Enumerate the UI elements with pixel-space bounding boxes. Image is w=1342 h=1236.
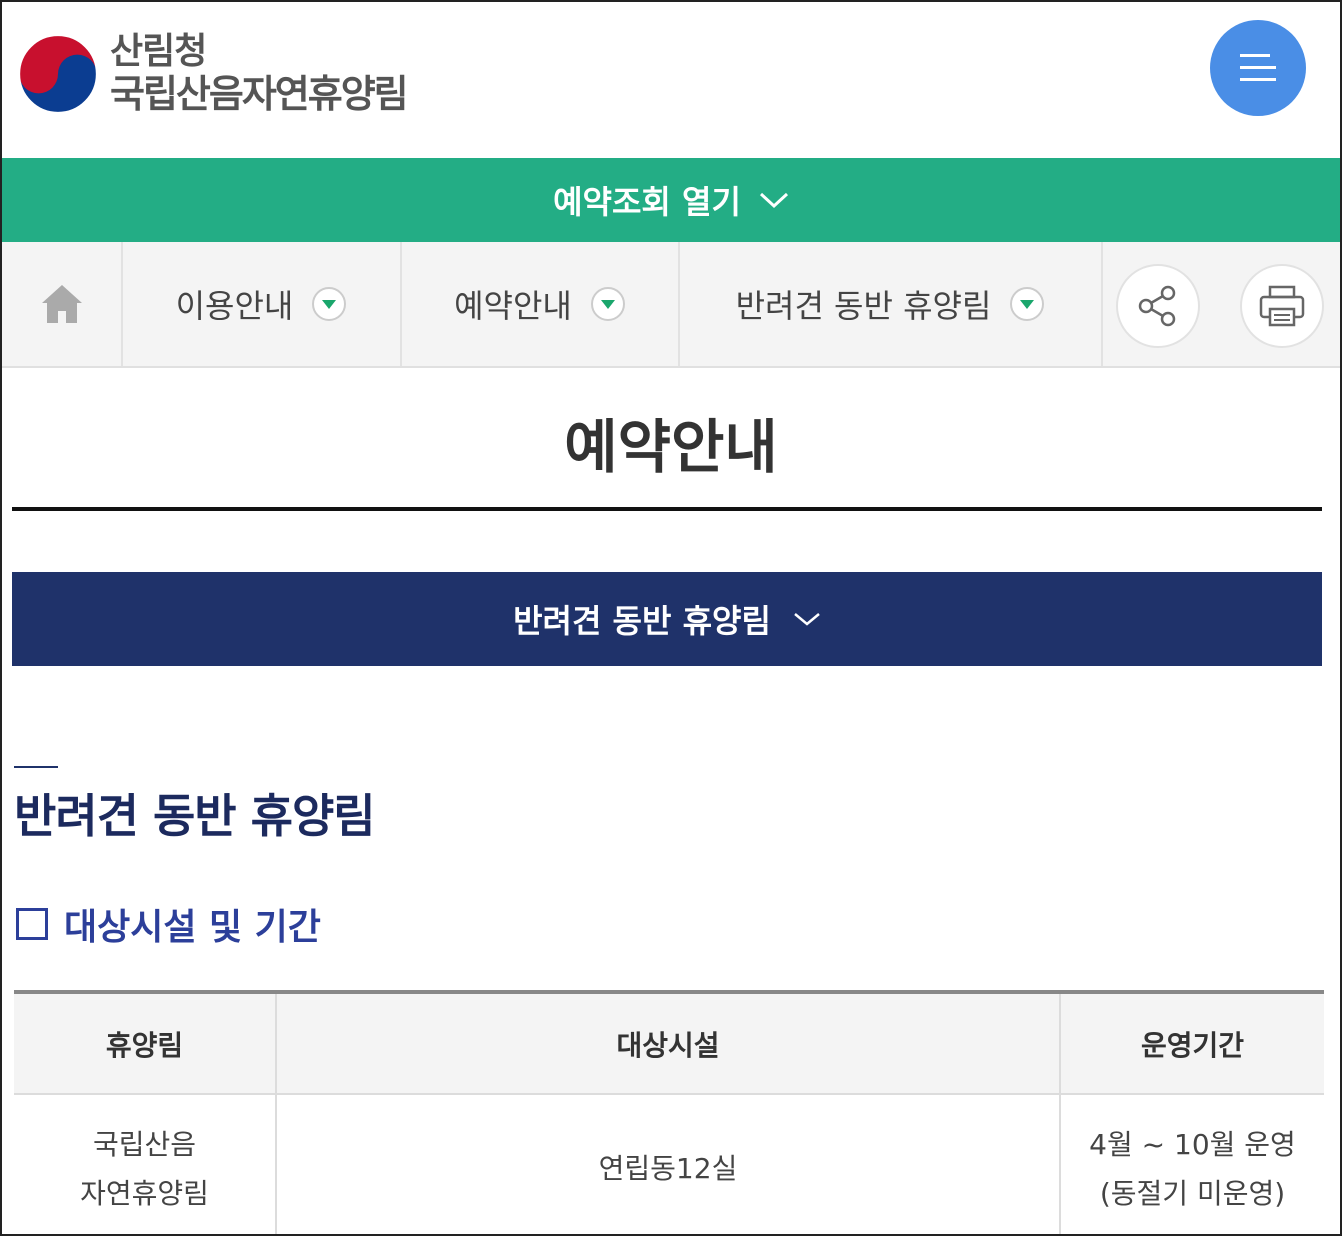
nav-dropdown-pet-forest[interactable]: 반려견 동반 휴양림 xyxy=(680,242,1103,366)
forest-name-line1: 국립산음 xyxy=(92,1127,197,1161)
sub-heading-text: 대상시설 및 기간 xyxy=(64,907,321,948)
chevron-down-icon xyxy=(794,613,820,626)
section-select-dropdown[interactable]: 반려견 동반 휴양림 xyxy=(12,572,1322,666)
nav-label-usage: 이용안내 xyxy=(175,287,294,325)
dropdown-circle-icon xyxy=(1010,287,1045,321)
table-header-row: 휴양림 대상시설 운영기간 xyxy=(14,990,1324,1095)
share-button[interactable] xyxy=(1116,264,1200,348)
print-button[interactable] xyxy=(1240,264,1324,348)
cell-forest: 국립산음 자연휴양림 xyxy=(14,1094,277,1234)
share-icon xyxy=(1138,285,1176,327)
home-button[interactable] xyxy=(2,242,123,366)
site-name: 국립산음자연휴양림 xyxy=(110,71,409,116)
column-header-period: 운영기간 xyxy=(1060,990,1324,1095)
location-nav: 이용안내 예약안내 반려견 동반 휴양림 xyxy=(2,242,1340,368)
site-header: 산림청 국립산음자연휴양림 xyxy=(2,2,1340,158)
table-row: 국립산음 자연휴양림 연립동12실 4월 ~ 10월 운영 (동절기 미운영) xyxy=(14,1094,1324,1234)
dropdown-circle-icon xyxy=(590,287,625,321)
home-icon xyxy=(41,285,82,323)
nav-dropdown-reservation[interactable]: 예약안내 xyxy=(402,242,680,366)
page-frame: 산림청 국립산음자연휴양림 예약조회 열기 이용안내 예약안내 반려견 동반 휴… xyxy=(0,0,1342,1236)
page-title: 예약안내 xyxy=(564,413,778,481)
print-icon xyxy=(1259,285,1305,327)
section-heading: 반려견 동반 휴양림 xyxy=(14,789,376,843)
cell-facility: 연립동12실 xyxy=(276,1094,1061,1234)
column-header-facility: 대상시설 xyxy=(276,990,1061,1095)
column-header-forest: 휴양림 xyxy=(14,990,277,1095)
section-select-label: 반려견 동반 휴양림 xyxy=(513,602,771,640)
cell-period: 4월 ~ 10월 운영 (동절기 미운영) xyxy=(1060,1094,1324,1234)
taegeuk-emblem-icon xyxy=(18,34,98,114)
period-line1: 4월 ~ 10월 운영 xyxy=(1089,1127,1296,1161)
reservation-lookup-label: 예약조회 열기 xyxy=(553,183,741,221)
sub-heading: 대상시설 및 기간 xyxy=(16,898,321,950)
nav-dropdown-usage[interactable]: 이용안내 xyxy=(123,242,402,366)
title-divider xyxy=(12,507,1322,511)
site-logo[interactable]: 산림청 국립산음자연휴양림 xyxy=(14,30,409,118)
org-name: 산림청 xyxy=(110,31,207,73)
forest-name-line2: 자연휴양림 xyxy=(80,1176,209,1210)
section-accent-line xyxy=(14,766,58,768)
facility-table: 휴양림 대상시설 운영기간 국립산음 자연휴양림 연립동12실 4월 ~ 10월… xyxy=(14,990,1324,1234)
square-bullet-icon xyxy=(16,908,48,940)
nav-label-reservation: 예약안내 xyxy=(454,287,572,325)
reservation-lookup-toggle[interactable]: 예약조회 열기 xyxy=(2,158,1340,242)
chevron-down-icon xyxy=(759,192,788,209)
dropdown-circle-icon xyxy=(312,287,347,321)
menu-button[interactable] xyxy=(1210,20,1306,116)
period-line2: (동절기 미운영) xyxy=(1099,1176,1286,1210)
hamburger-menu-icon xyxy=(1240,54,1276,81)
nav-label-pet-forest: 반려견 동반 휴양림 xyxy=(735,287,992,325)
